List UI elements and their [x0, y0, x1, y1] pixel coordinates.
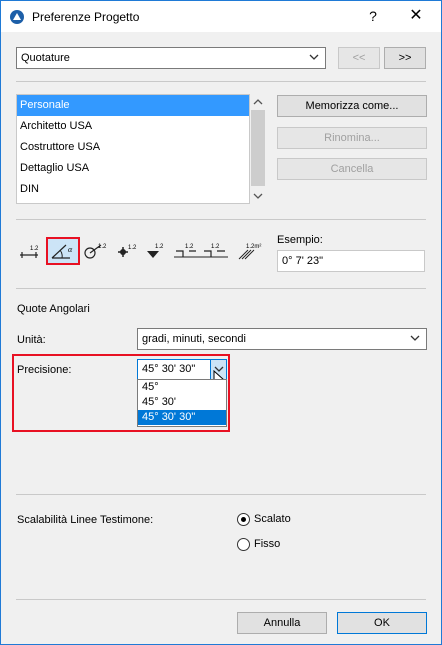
- list-item[interactable]: Personale: [17, 95, 249, 116]
- example-value: 0° 7' 23": [282, 255, 323, 267]
- category-select[interactable]: Quotature: [16, 47, 326, 69]
- svg-text:1.2: 1.2: [155, 244, 164, 250]
- list-item[interactable]: 45° 30': [138, 395, 226, 410]
- rename-button[interactable]: Rinomina...: [277, 127, 427, 149]
- archicad-app-icon: [10, 10, 24, 24]
- svg-text:1.2: 1.2: [211, 244, 220, 250]
- prev-button[interactable]: <<: [338, 47, 380, 69]
- example-label: Esempio:: [277, 234, 323, 246]
- radio-dot: [241, 517, 246, 522]
- chevron-down-icon: [309, 54, 319, 60]
- fixed-radio[interactable]: [237, 538, 250, 551]
- fixed-radio-label[interactable]: Fisso: [254, 538, 280, 550]
- list-item[interactable]: Costruttore USA: [17, 137, 249, 158]
- door-window-dimension-icon[interactable]: 1.2 1.2: [171, 239, 231, 263]
- separator: [16, 288, 426, 289]
- scroll-down-icon[interactable]: [253, 191, 263, 201]
- area-dimension-icon[interactable]: 1.2m²: [236, 239, 262, 263]
- dialog-content: Quotature << >> Personale Architetto USA…: [1, 32, 441, 644]
- radial-dimension-icon[interactable]: 1.2: [83, 239, 109, 263]
- precision-select-value: 45° 30' 30": [142, 363, 196, 375]
- delete-button[interactable]: Cancella: [277, 158, 427, 180]
- help-button[interactable]: ?: [361, 5, 385, 27]
- linear-dimension-icon[interactable]: 1.2: [17, 239, 43, 263]
- units-select-value: gradi, minuti, secondi: [142, 333, 246, 345]
- list-item[interactable]: 45°: [138, 380, 226, 395]
- svg-text:1.2: 1.2: [185, 244, 194, 250]
- separator: [16, 219, 426, 220]
- window-title: Preferenze Progetto: [32, 10, 140, 24]
- precision-label: Precisione:: [17, 364, 72, 376]
- title-bar: Preferenze Progetto ? ✕: [1, 1, 441, 32]
- list-item[interactable]: 45° 30' 30": [138, 410, 226, 425]
- svg-text:1.2: 1.2: [98, 244, 107, 250]
- chevron-down-icon: [410, 335, 420, 341]
- close-button[interactable]: ✕: [401, 5, 431, 27]
- scaled-radio[interactable]: [237, 513, 250, 526]
- cancel-button[interactable]: Annulla: [237, 612, 327, 634]
- category-select-value: Quotature: [21, 52, 70, 64]
- separator: [16, 494, 426, 495]
- units-select[interactable]: gradi, minuti, secondi: [137, 328, 427, 350]
- list-item[interactable]: DIN: [17, 179, 249, 200]
- save-as-button[interactable]: Memorizza come...: [277, 95, 427, 117]
- svg-text:1.2: 1.2: [30, 246, 39, 252]
- precision-options-list[interactable]: 45° 45° 30' 45° 30' 30": [137, 379, 227, 427]
- angular-dimension-icon[interactable]: α: [46, 237, 80, 265]
- elevation-dimension-icon[interactable]: 1.2: [143, 239, 169, 263]
- level-dimension-icon[interactable]: 1.2: [114, 239, 140, 263]
- next-button[interactable]: >>: [384, 47, 426, 69]
- witness-label: Scalabilità Linee Testimone:: [17, 514, 154, 526]
- separator: [16, 599, 426, 600]
- list-scrollbar[interactable]: [250, 94, 266, 204]
- units-label: Unità:: [17, 334, 46, 346]
- svg-text:1.2m²: 1.2m²: [246, 244, 261, 250]
- preset-list[interactable]: Personale Architetto USA Costruttore USA…: [16, 94, 250, 204]
- separator: [16, 81, 426, 82]
- example-preview: 0° 7' 23": [277, 250, 425, 272]
- svg-text:α: α: [68, 245, 73, 254]
- dialog-window: Preferenze Progetto ? ✕ Quotature << >> …: [0, 0, 442, 645]
- svg-text:1.2: 1.2: [128, 245, 137, 251]
- ok-button[interactable]: OK: [337, 612, 427, 634]
- section-title: Quote Angolari: [17, 303, 90, 315]
- scaled-radio-label[interactable]: Scalato: [254, 513, 291, 525]
- scroll-thumb[interactable]: [251, 110, 265, 186]
- list-item[interactable]: Architetto USA: [17, 116, 249, 137]
- scroll-up-icon[interactable]: [253, 97, 263, 107]
- list-item[interactable]: Dettaglio USA: [17, 158, 249, 179]
